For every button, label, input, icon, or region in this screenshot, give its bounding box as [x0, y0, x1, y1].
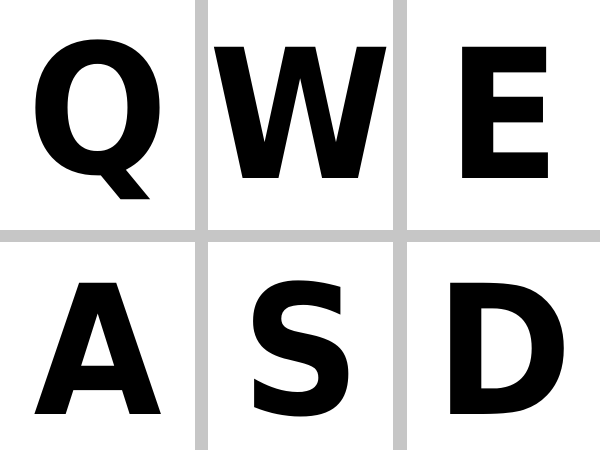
key-q[interactable]: Q: [0, 0, 195, 230]
key-s[interactable]: S: [208, 242, 393, 450]
vertical-divider-right: [393, 0, 407, 450]
horizontal-divider: [0, 230, 600, 242]
key-w-label: W: [209, 12, 392, 221]
key-e[interactable]: E: [407, 0, 600, 230]
key-a-label: A: [33, 248, 162, 450]
wasd-keypad: Q W E A S D: [0, 0, 600, 450]
vertical-divider-left: [195, 0, 208, 450]
key-q-label: Q: [27, 7, 168, 216]
key-w[interactable]: W: [208, 0, 393, 230]
key-e-label: E: [446, 12, 561, 221]
key-d-label: D: [434, 248, 573, 450]
key-a[interactable]: A: [0, 242, 195, 450]
key-d[interactable]: D: [407, 242, 600, 450]
key-s-label: S: [240, 248, 361, 450]
